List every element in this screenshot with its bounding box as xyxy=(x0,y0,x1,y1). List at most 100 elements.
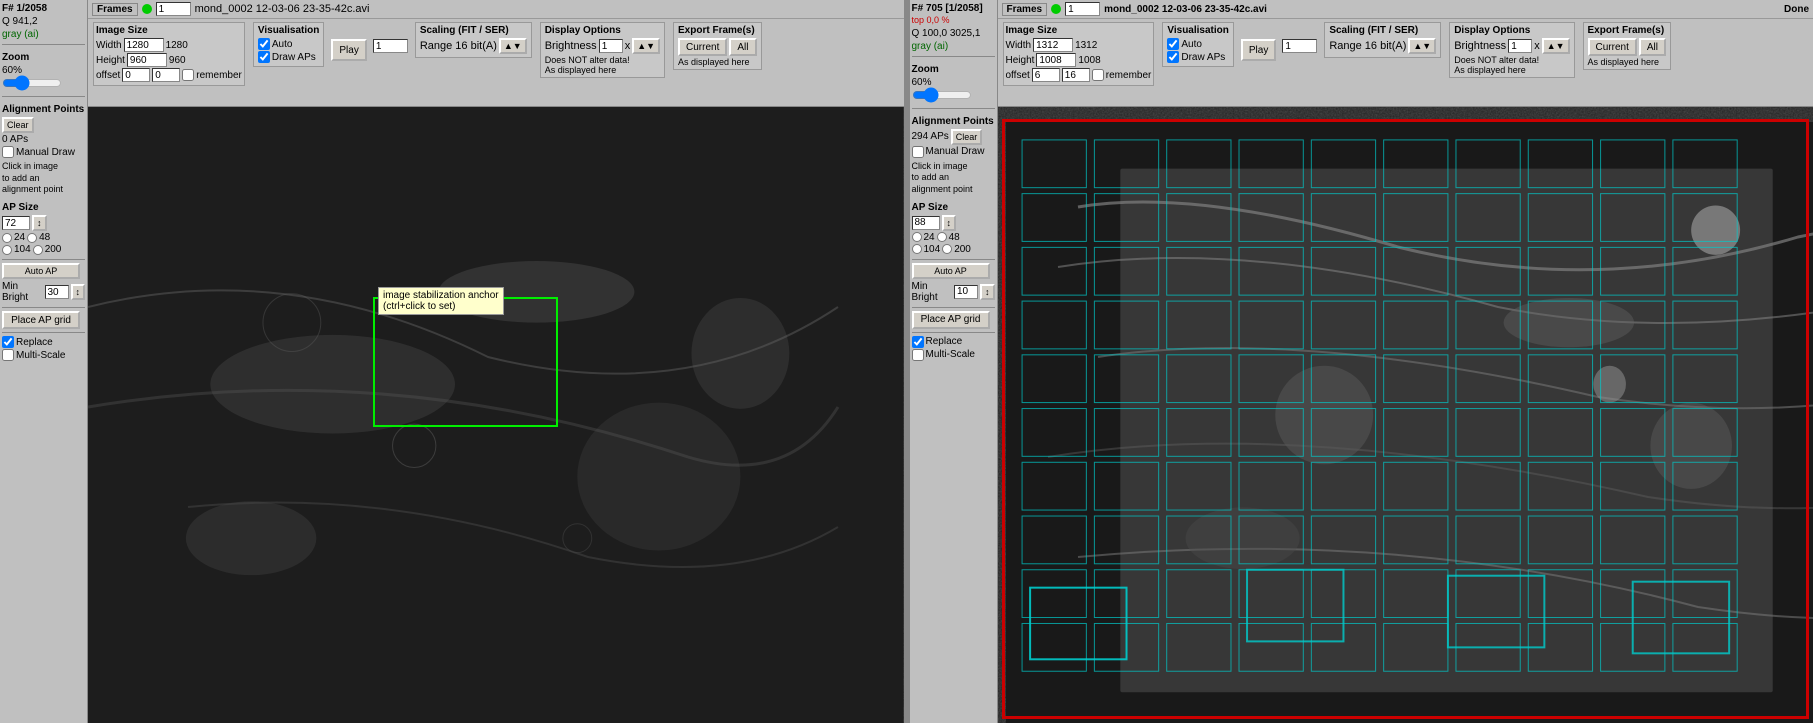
left-brightness-input[interactable] xyxy=(599,39,623,53)
right-done-label: Done xyxy=(1784,4,1809,15)
right-frame-input[interactable] xyxy=(1065,2,1100,16)
replace-checkbox[interactable] xyxy=(2,336,14,348)
right-auto-ap-btn[interactable]: Auto AP xyxy=(912,263,990,279)
right-ap-48-radio[interactable] xyxy=(937,232,947,242)
left-frame-top-input[interactable] xyxy=(373,39,408,53)
ap-label: Alignment Points xyxy=(2,104,85,115)
right-ap-200-radio[interactable] xyxy=(942,244,952,254)
manual-draw-checkbox[interactable] xyxy=(2,146,14,158)
left-status-dot xyxy=(142,4,152,14)
stabilization-tooltip: image stabilization anchor (ctrl+click t… xyxy=(378,287,504,315)
clear-aps-btn[interactable]: Clear xyxy=(2,117,34,133)
width-row: Width 1280 xyxy=(96,38,242,52)
left-brightness-btn[interactable]: ▲▼ xyxy=(632,38,660,54)
left-frame-input[interactable] xyxy=(156,2,191,16)
ap-size-btn[interactable]: ↕ xyxy=(32,215,47,231)
right-manual-draw-checkbox[interactable] xyxy=(912,146,924,158)
ap-24-label: 24 xyxy=(14,232,25,243)
right-frame-top-input[interactable] xyxy=(1282,39,1317,53)
right-remember-checkbox[interactable] xyxy=(1092,69,1104,81)
aps-count-row: 0 APs xyxy=(2,134,85,145)
right-multiscale-checkbox[interactable] xyxy=(912,349,924,361)
multiscale-row: Multi-Scale xyxy=(2,349,85,361)
right-place-ap-grid-btn[interactable]: Place AP grid xyxy=(912,311,990,329)
left-auto-checkbox[interactable] xyxy=(258,38,270,50)
left-vis-group: Visualisation Auto Draw APs xyxy=(253,22,325,67)
left-scaling-title: Scaling (FIT / SER) xyxy=(420,25,527,36)
minbright-input[interactable] xyxy=(45,285,69,299)
right-image-area[interactable] xyxy=(998,107,1813,723)
right-width-row: Width 1312 xyxy=(1006,38,1152,52)
right-brightness-input[interactable] xyxy=(1508,39,1532,53)
right-manual-draw-row[interactable]: Manual Draw xyxy=(912,146,995,158)
ap-48-radio[interactable] xyxy=(27,233,37,243)
right-display-group: Display Options Brightness x ▲▼ Does NOT… xyxy=(1449,22,1574,78)
right-zoom-slider-wrap[interactable] xyxy=(912,88,995,105)
right-minbright-input[interactable] xyxy=(954,285,978,299)
right-gray-ai: gray (ai) xyxy=(912,40,995,53)
right-clear-aps-btn[interactable]: Clear xyxy=(951,129,983,145)
right-width-input[interactable] xyxy=(1033,38,1073,52)
range-row: Range 16 bit(A) ▲▼ xyxy=(420,38,527,54)
left-gray-ai: gray (ai) xyxy=(2,28,85,41)
offset-x-input[interactable] xyxy=(122,68,150,82)
left-height-input[interactable] xyxy=(127,53,167,67)
right-height-val: 1008 xyxy=(1078,55,1100,66)
right-replace-checkbox[interactable] xyxy=(912,336,924,348)
ap-104-radio[interactable] xyxy=(2,245,12,255)
right-height-input[interactable] xyxy=(1036,53,1076,67)
left-width-input[interactable] xyxy=(124,38,164,52)
zoom-slider-wrap[interactable] xyxy=(2,76,85,93)
right-ap-24-radio[interactable] xyxy=(912,232,922,242)
zoom-slider[interactable] xyxy=(2,76,62,90)
right-multiscale-label: Multi-Scale xyxy=(926,349,975,360)
left-current-btn[interactable]: Current xyxy=(678,38,727,56)
left-does-not-alter: Does NOT alter data! xyxy=(545,55,660,65)
minbright-btn[interactable]: ↕ xyxy=(71,284,86,300)
right-brightness-btn[interactable]: ▲▼ xyxy=(1542,38,1570,54)
ap-size-row: ↕ xyxy=(2,215,85,231)
ap-24-radio[interactable] xyxy=(2,233,12,243)
right-export-btn-row: Current All xyxy=(1588,38,1666,56)
right-offset-x-input[interactable] xyxy=(1032,68,1060,82)
right-brightness-row: Brightness x ▲▼ xyxy=(1454,38,1569,54)
height-row: Height 960 xyxy=(96,53,242,67)
right-width-val: 1312 xyxy=(1075,40,1097,51)
replace-row: Replace xyxy=(2,336,85,348)
right-offset-y-input[interactable] xyxy=(1062,68,1090,82)
left-image-area[interactable]: image stabilization anchor (ctrl+click t… xyxy=(88,107,904,723)
place-ap-grid-btn[interactable]: Place AP grid xyxy=(2,311,80,329)
manual-draw-row[interactable]: Manual Draw xyxy=(2,146,85,158)
right-ap-104-radio[interactable] xyxy=(912,244,922,254)
ap-200-radio[interactable] xyxy=(33,245,43,255)
right-offset-label: offset xyxy=(1006,70,1030,81)
left-auto-label: Auto xyxy=(272,39,293,50)
aps-count: 0 APs xyxy=(2,134,28,145)
left-play-btn[interactable]: Play xyxy=(331,39,366,61)
right-auto-checkbox[interactable] xyxy=(1167,38,1179,50)
multiscale-checkbox[interactable] xyxy=(2,349,14,361)
right-ap-size-row: ↕ xyxy=(912,215,995,231)
right-q-value: Q 100,0 3025,1 xyxy=(912,27,995,40)
right-status-dot xyxy=(1051,4,1061,14)
right-range-btn[interactable]: ▲▼ xyxy=(1408,38,1436,54)
left-all-btn[interactable]: All xyxy=(729,38,756,56)
right-drawaps-checkbox[interactable] xyxy=(1167,51,1179,63)
minbright-label: Min Bright xyxy=(2,281,43,303)
right-all-btn[interactable]: All xyxy=(1639,38,1666,56)
right-ap-size-btn[interactable]: ↕ xyxy=(942,215,957,231)
right-ap-size-input[interactable] xyxy=(912,216,940,230)
ap-size-input[interactable] xyxy=(2,216,30,230)
left-vis-title: Visualisation xyxy=(258,25,320,36)
right-zoom-slider[interactable] xyxy=(912,88,972,102)
remember-checkbox[interactable] xyxy=(182,69,194,81)
right-toolbar-top: Image Size Width 1312 Height 1008 offset xyxy=(998,19,1813,107)
auto-ap-btn[interactable]: Auto AP xyxy=(2,263,80,279)
left-range-btn[interactable]: ▲▼ xyxy=(499,38,527,54)
right-vis-group: Visualisation Auto Draw APs xyxy=(1162,22,1234,67)
offset-y-input[interactable] xyxy=(152,68,180,82)
right-play-btn[interactable]: Play xyxy=(1241,39,1276,61)
right-minbright-btn[interactable]: ↕ xyxy=(980,284,995,300)
left-drawaps-checkbox[interactable] xyxy=(258,51,270,63)
right-current-btn[interactable]: Current xyxy=(1588,38,1637,56)
